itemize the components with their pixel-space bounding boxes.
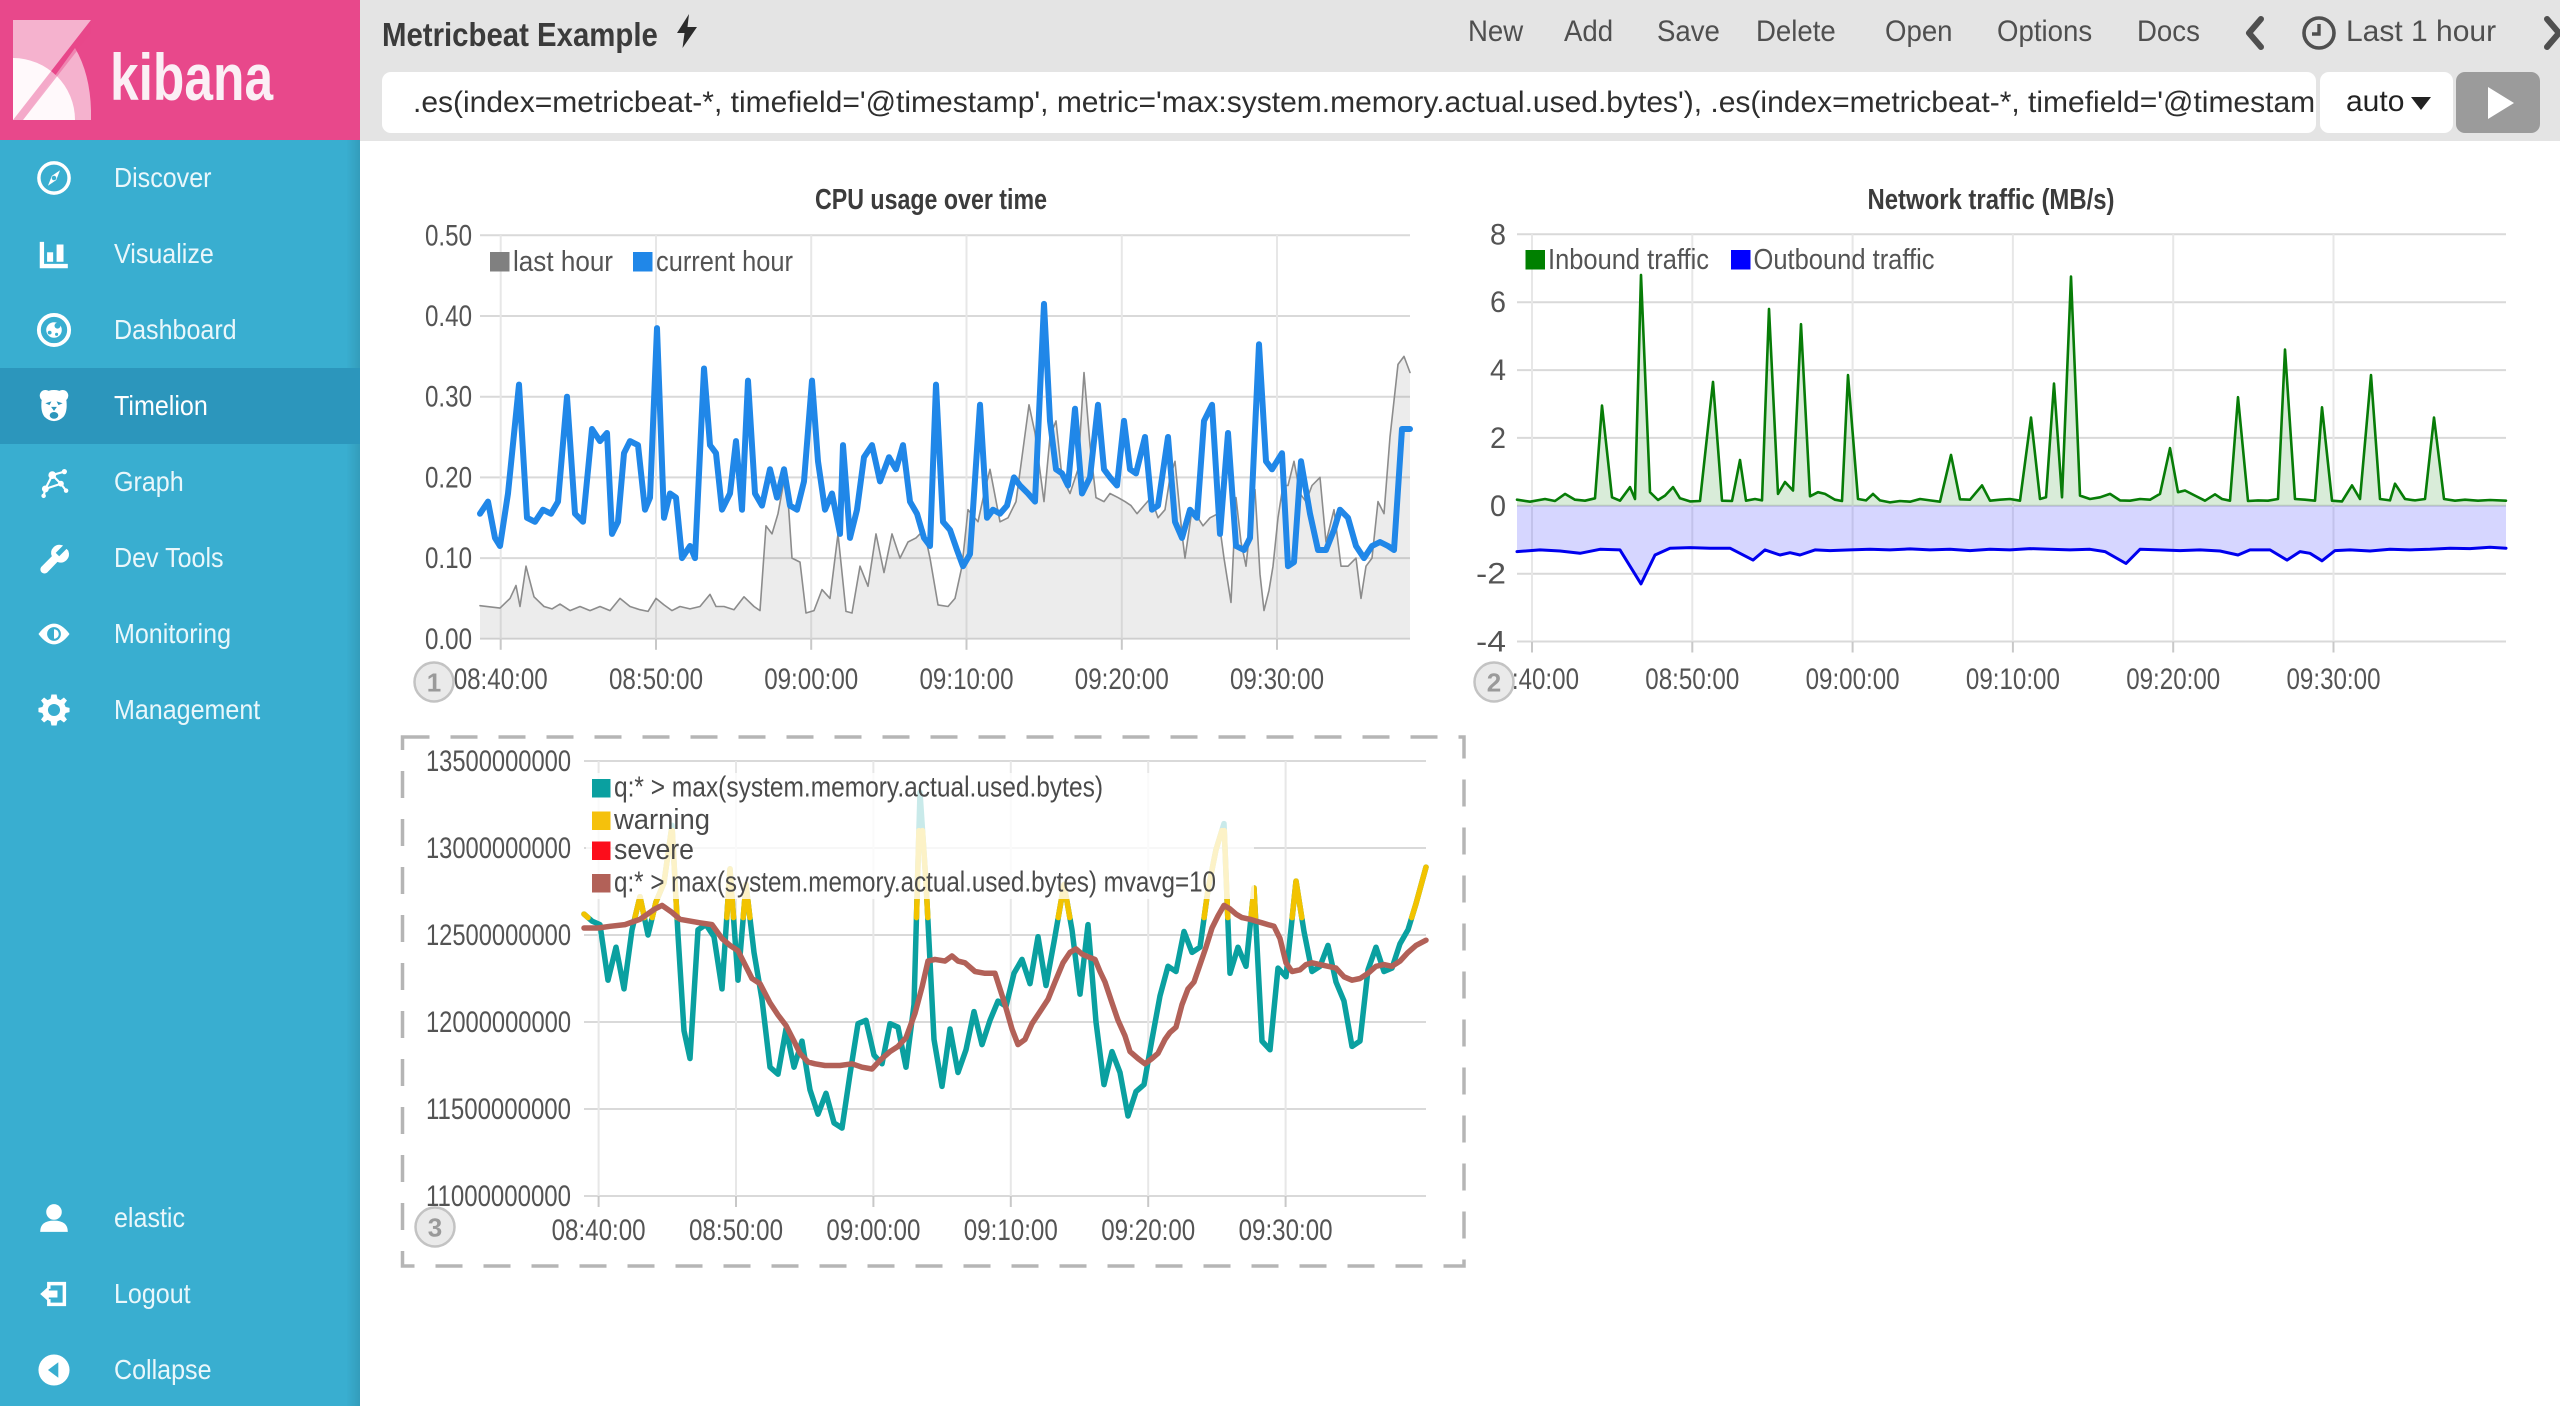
svg-text:09:10:00: 09:10:00: [920, 663, 1014, 696]
svg-text:09:20:00: 09:20:00: [1101, 1214, 1195, 1247]
svg-text:warning: warning: [613, 804, 710, 836]
svg-text:09:00:00: 09:00:00: [1806, 663, 1900, 696]
svg-text:13000000000: 13000000000: [426, 832, 571, 865]
svg-text:08:50:00: 08:50:00: [1645, 663, 1739, 696]
svg-text:0.00: 0.00: [425, 623, 472, 656]
svg-text:-4: -4: [1476, 626, 1506, 659]
svg-text:Inbound traffic: Inbound traffic: [1548, 244, 1709, 276]
svg-text:0: 0: [1490, 490, 1506, 523]
svg-text:current hour: current hour: [656, 246, 793, 278]
svg-text:Outbound traffic: Outbound traffic: [1754, 244, 1935, 276]
svg-text:09:20:00: 09:20:00: [2126, 663, 2220, 696]
svg-text:0.10: 0.10: [425, 542, 472, 575]
svg-text:08:50:00: 08:50:00: [689, 1214, 783, 1247]
svg-text:09:30:00: 09:30:00: [1239, 1214, 1333, 1247]
svg-text:0.40: 0.40: [425, 300, 472, 333]
svg-text:0.30: 0.30: [425, 381, 472, 414]
svg-text:4: 4: [1490, 354, 1506, 387]
svg-text:8: 8: [1490, 218, 1506, 251]
svg-text:11000000000: 11000000000: [426, 1180, 571, 1213]
svg-text:3: 3: [428, 1213, 442, 1243]
svg-text:09:30:00: 09:30:00: [1230, 663, 1324, 696]
svg-text:Network traffic (MB/s): Network traffic (MB/s): [1868, 184, 2115, 216]
svg-text:q:* > max(system.memory.actual: q:* > max(system.memory.actual.used.byte…: [614, 772, 1103, 804]
svg-text:1: 1: [427, 668, 441, 698]
svg-text:last hour: last hour: [513, 246, 613, 278]
svg-text:0.50: 0.50: [425, 219, 472, 252]
svg-text:13500000000: 13500000000: [426, 745, 571, 778]
svg-text:09:00:00: 09:00:00: [826, 1214, 920, 1247]
svg-text:08:40:00: 08:40:00: [454, 663, 548, 696]
svg-text:08:40:00: 08:40:00: [552, 1214, 646, 1247]
svg-text:09:00:00: 09:00:00: [764, 663, 858, 696]
svg-text:q:* > max(system.memory.actual: q:* > max(system.memory.actual.used.byte…: [614, 867, 1216, 899]
svg-text:severe: severe: [614, 834, 694, 866]
svg-text:CPU usage over time: CPU usage over time: [815, 184, 1047, 216]
svg-text:6: 6: [1490, 286, 1506, 319]
svg-text:09:30:00: 09:30:00: [2287, 663, 2381, 696]
svg-text:0.20: 0.20: [425, 461, 472, 494]
svg-text:2: 2: [1487, 668, 1501, 698]
svg-text:09:10:00: 09:10:00: [964, 1214, 1058, 1247]
svg-text:12500000000: 12500000000: [426, 919, 571, 952]
svg-text:09:20:00: 09:20:00: [1075, 663, 1169, 696]
svg-text:-2: -2: [1476, 558, 1506, 591]
svg-text:2: 2: [1490, 422, 1506, 455]
svg-text:12000000000: 12000000000: [426, 1006, 571, 1039]
svg-text:11500000000: 11500000000: [426, 1093, 571, 1126]
svg-text:08:50:00: 08:50:00: [609, 663, 703, 696]
svg-text:09:10:00: 09:10:00: [1966, 663, 2060, 696]
